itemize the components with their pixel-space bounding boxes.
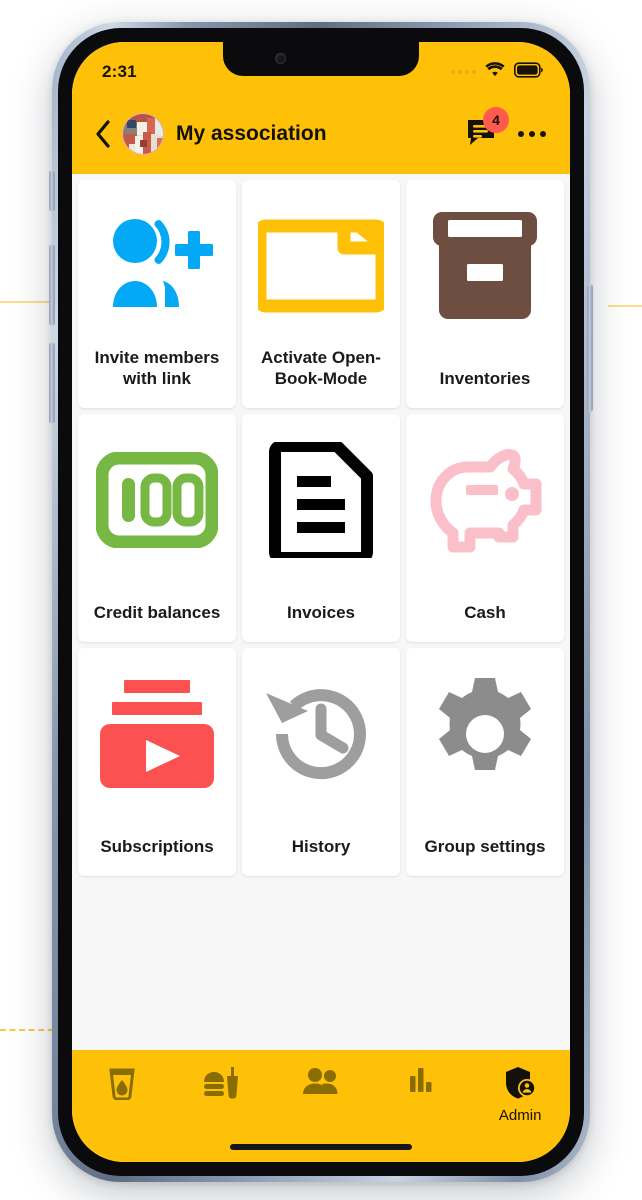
action-tile-grid: Invite members with link Activate Open-B… <box>72 174 570 876</box>
nav-item-food[interactable] <box>172 1066 272 1107</box>
archive-box-icon <box>429 198 541 334</box>
nav-item-drinks[interactable] <box>72 1066 172 1107</box>
document-lines-icon <box>269 432 373 568</box>
folder-icon <box>258 198 384 334</box>
tile-label: Cash <box>464 603 506 623</box>
nav-label: Admin <box>498 1107 542 1124</box>
food-burger-icon <box>202 1066 240 1105</box>
tile-label: Invite members with link <box>94 347 220 389</box>
main-content: Invite members with link Activate Open-B… <box>72 174 570 1050</box>
nav-item-statistics[interactable] <box>371 1066 471 1101</box>
front-camera-icon <box>275 53 286 64</box>
display-notch <box>223 42 419 76</box>
tile-credit-balances[interactable]: Credit balances <box>78 414 236 642</box>
page-title: My association <box>176 122 327 145</box>
tile-invite-members[interactable]: Invite members with link <box>78 180 236 408</box>
gear-icon <box>427 666 543 802</box>
tile-inventories[interactable]: Inventories <box>406 180 564 408</box>
home-indicator-bar[interactable] <box>230 1144 412 1150</box>
app-bar-actions: 4 <box>466 107 548 150</box>
status-clock: 2:31 <box>102 62 137 81</box>
tile-group-settings[interactable]: Group settings <box>406 648 564 876</box>
status-indicators <box>451 61 544 83</box>
screenshot-stage: 2:31 My association 4 Invite members wit… <box>0 0 642 1200</box>
nav-item-people[interactable] <box>271 1066 371 1103</box>
chat-bubble-icon[interactable]: 4 <box>466 107 509 150</box>
volume-up-button[interactable] <box>49 244 55 326</box>
phone-bezel: 2:31 My association 4 Invite members wit… <box>58 28 584 1176</box>
piggy-bank-icon <box>422 432 548 568</box>
hundred-banknote-icon <box>96 432 218 568</box>
tile-label: History <box>291 837 351 857</box>
tile-label: Subscriptions <box>100 837 214 857</box>
tile-label: Group settings <box>424 837 546 857</box>
tile-label: Inventories <box>439 369 531 389</box>
alignment-guide-right-solid <box>608 305 642 307</box>
back-chevron-icon[interactable] <box>88 114 118 154</box>
battery-full-icon <box>514 61 544 83</box>
phone-device-frame: 2:31 My association 4 Invite members wit… <box>49 22 593 1182</box>
subscriptions-play-icon <box>96 666 218 802</box>
drink-glass-icon <box>107 1066 137 1105</box>
volume-down-button[interactable] <box>49 342 55 424</box>
history-clock-icon <box>260 666 382 802</box>
mute-switch-button[interactable] <box>49 170 55 212</box>
group-avatar-photo[interactable] <box>122 113 164 155</box>
tile-label: Activate Open-Book-Mode <box>261 347 381 389</box>
tile-history[interactable]: History <box>242 648 400 876</box>
person-add-icon <box>93 198 221 334</box>
bar-chart-icon <box>408 1066 434 1099</box>
tile-invoices[interactable]: Invoices <box>242 414 400 642</box>
tile-subscriptions[interactable]: Subscriptions <box>78 648 236 876</box>
nav-item-admin[interactable]: Admin <box>470 1066 570 1124</box>
app-bar: My association 4 <box>72 94 570 174</box>
shield-person-icon <box>503 1066 537 1105</box>
bottom-navigation-bar: Admin <box>72 1050 570 1162</box>
tile-cash[interactable]: Cash <box>406 414 564 642</box>
people-icon <box>302 1066 340 1101</box>
chat-unread-badge: 4 <box>483 107 509 133</box>
power-button[interactable] <box>587 284 593 412</box>
more-options-icon[interactable] <box>516 123 548 145</box>
tile-label: Credit balances <box>93 603 221 623</box>
phone-screen: 2:31 My association 4 Invite members wit… <box>72 42 570 1162</box>
signal-dots-icon <box>451 70 476 74</box>
tile-label: Invoices <box>286 603 356 623</box>
tile-open-book-mode[interactable]: Activate Open-Book-Mode <box>242 180 400 408</box>
wifi-icon <box>484 61 506 83</box>
